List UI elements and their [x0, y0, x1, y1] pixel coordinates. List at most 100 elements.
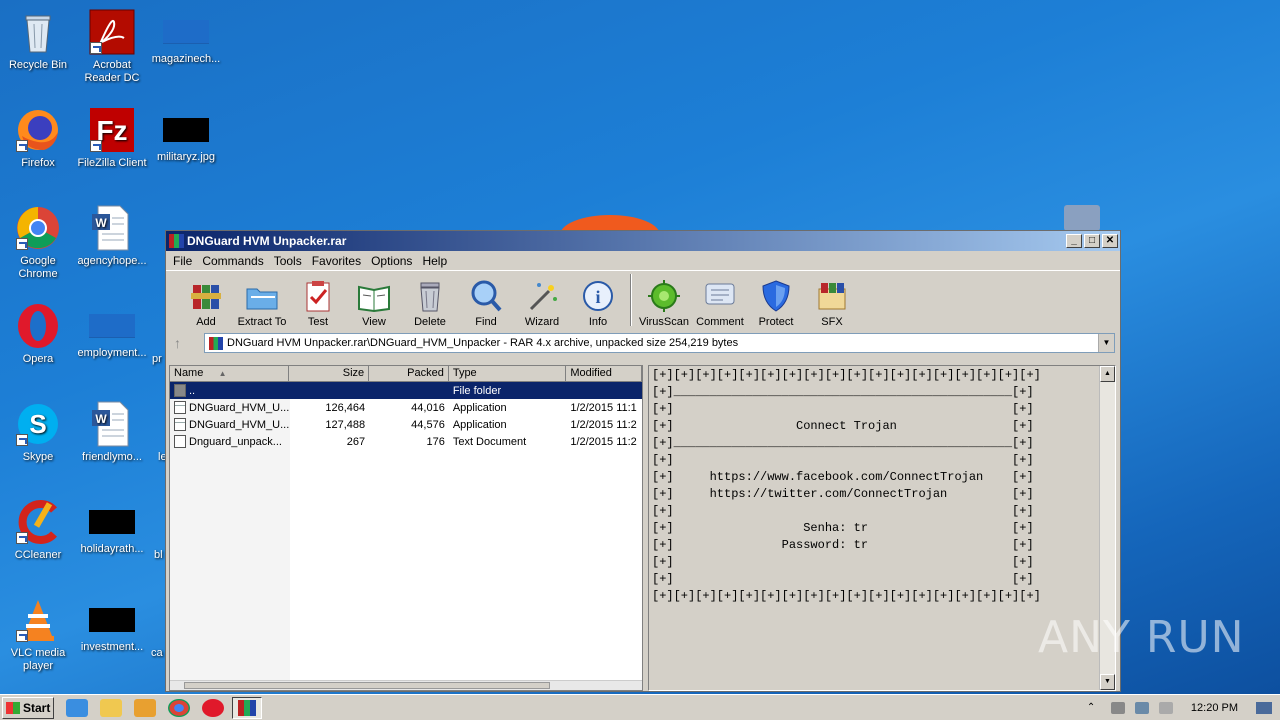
add-button[interactable]: Add — [178, 279, 234, 328]
comment-line: [+] [+] — [652, 572, 1034, 586]
file-thumbnail — [163, 118, 209, 142]
file-explorer-icon[interactable] — [100, 698, 122, 717]
desktop-icon-filezilla[interactable]: Fz FileZilla Client — [74, 106, 150, 170]
scroll-down-arrow-icon[interactable]: ▼ — [1100, 674, 1115, 690]
start-label: Start — [23, 700, 51, 715]
sfx-button[interactable]: SFX — [804, 279, 860, 328]
file-row[interactable]: Dnguard_unpack... 267 176 Text Document … — [170, 433, 642, 450]
column-name-label: Name — [174, 367, 204, 379]
start-button[interactable]: Start — [2, 696, 54, 719]
desktop-icon-magazinech[interactable]: magazinech... — [148, 8, 224, 66]
desktop-icon-employment[interactable]: employment... — [74, 302, 150, 360]
virusscan-button[interactable]: VirusScan — [636, 279, 692, 328]
menu-tools[interactable]: Tools — [269, 254, 307, 268]
desktop-icon-ccleaner[interactable]: CCleaner — [0, 498, 76, 562]
extract-to-button[interactable]: Extract To — [234, 279, 290, 328]
file-thumbnail — [89, 608, 135, 632]
desktop-icon-investment[interactable]: investment... — [74, 596, 150, 654]
desktop-icon-label: holidayrath... — [80, 543, 144, 555]
internet-explorer-icon[interactable] — [66, 698, 88, 717]
file-name: DNGuard_HVM_U... — [189, 418, 290, 431]
desktop-icon-militaryz[interactable]: militaryz.jpg — [148, 106, 224, 164]
menu-commands[interactable]: Commands — [197, 254, 268, 268]
opera-taskbar-icon[interactable] — [202, 698, 224, 717]
magnifier-icon — [469, 279, 503, 313]
file-type: File folder — [452, 384, 502, 397]
title-bar[interactable]: DNGuard HVM Unpacker.rar _ □ ✕ — [166, 231, 1120, 251]
desktop-icon-recycle-bin[interactable]: Recycle Bin — [0, 8, 76, 72]
maximize-button[interactable]: □ — [1084, 234, 1100, 248]
file-modified: 1/2/2015 11:2 — [570, 435, 637, 448]
show-desktop-icon[interactable] — [1256, 701, 1272, 714]
word-document-icon: W — [88, 204, 136, 252]
filezilla-icon: Fz — [88, 106, 136, 154]
wizard-button[interactable]: Wizard — [514, 279, 570, 328]
file-packed: 44,016 — [411, 401, 445, 414]
media-player-icon[interactable] — [134, 698, 156, 717]
menu-favorites[interactable]: Favorites — [307, 254, 366, 268]
clock[interactable]: 12:20 PM — [1191, 702, 1238, 714]
protect-button[interactable]: Protect — [748, 279, 804, 328]
comment-line: [+][+][+][+][+][+][+][+][+][+][+][+][+][… — [652, 368, 1041, 382]
column-packed[interactable]: Packed — [369, 366, 449, 381]
info-icon: i — [581, 279, 615, 313]
text-document-icon — [174, 435, 186, 448]
show-hidden-icons-icon[interactable]: ⌃ — [1087, 702, 1101, 714]
desktop-icon-firefox[interactable]: Firefox — [0, 106, 76, 170]
winrar-icon — [169, 234, 184, 248]
find-button[interactable]: Find — [458, 279, 514, 328]
column-modified[interactable]: Modified — [566, 366, 642, 381]
shield-icon — [759, 279, 793, 313]
add-label: Add — [196, 316, 216, 328]
file-row[interactable]: DNGuard_HVM_U... 127,488 44,576 Applicat… — [170, 416, 642, 433]
desktop-icon-acrobat[interactable]: Acrobat Reader DC — [74, 8, 150, 85]
address-dropdown-button[interactable]: ▼ — [1098, 334, 1114, 352]
test-button[interactable]: Test — [290, 279, 346, 328]
scroll-up-arrow-icon[interactable]: ▲ — [1100, 366, 1115, 382]
scrollbar-thumb[interactable] — [184, 682, 550, 689]
desktop-icon-vlc[interactable]: VLC media player — [0, 596, 76, 673]
file-row[interactable]: DNGuard_HVM_U... 126,464 44,016 Applicat… — [170, 399, 642, 416]
desktop-icon-label: employment... — [77, 347, 147, 359]
desktop-icon-label: investment... — [80, 641, 144, 653]
comment-button[interactable]: Comment — [692, 279, 748, 328]
file-type: Application — [452, 418, 507, 431]
chrome-taskbar-icon[interactable] — [168, 698, 190, 717]
volume-icon[interactable] — [1110, 701, 1125, 714]
address-field[interactable]: DNGuard HVM Unpacker.rar\DNGuard_HVM_Unp… — [204, 333, 1115, 353]
file-name: .. — [189, 384, 196, 397]
minimize-button[interactable]: _ — [1066, 234, 1082, 248]
desktop-icon-agencyhope[interactable]: W agencyhope... — [74, 204, 150, 268]
up-folder-button[interactable]: ↑ — [174, 335, 204, 351]
menu-help[interactable]: Help — [417, 254, 452, 268]
column-type[interactable]: Type — [449, 366, 567, 381]
comment-line: [+] Connect Trojan [+] — [652, 419, 1034, 433]
desktop-icon-skype[interactable]: S Skype — [0, 400, 76, 464]
close-button[interactable]: ✕ — [1102, 234, 1118, 248]
view-button[interactable]: View — [346, 279, 402, 328]
file-name: DNGuard_HVM_U... — [189, 401, 290, 414]
vlc-icon — [14, 596, 62, 644]
column-size[interactable]: Size — [289, 366, 370, 381]
info-button[interactable]: i Info — [570, 279, 626, 328]
svg-text:W: W — [95, 412, 107, 426]
menu-options[interactable]: Options — [366, 254, 417, 268]
horizontal-scrollbar[interactable] — [170, 680, 642, 690]
file-row[interactable]: .. File folder — [170, 382, 642, 399]
desktop-icon-label: Opera — [22, 353, 54, 365]
info-label: Info — [588, 316, 608, 328]
network-icon[interactable] — [1134, 701, 1149, 714]
application-icon — [174, 418, 186, 431]
file-packed: 176 — [426, 435, 445, 448]
desktop-icon-holidayrath[interactable]: holidayrath... — [74, 498, 150, 556]
action-center-flag-icon[interactable] — [1158, 701, 1173, 714]
column-name[interactable]: Name ▲ — [170, 366, 290, 381]
menu-file[interactable]: File — [168, 254, 197, 268]
desktop-icon-friendlymo[interactable]: W friendlymo... — [74, 400, 150, 464]
desktop-icon-opera[interactable]: Opera — [0, 302, 76, 366]
desktop-icon-chrome[interactable]: Google Chrome — [0, 204, 76, 281]
delete-button[interactable]: Delete — [402, 279, 458, 328]
window-title: DNGuard HVM Unpacker.rar — [187, 234, 347, 248]
winrar-taskbar-button[interactable] — [232, 696, 262, 719]
view-label: View — [362, 316, 386, 328]
